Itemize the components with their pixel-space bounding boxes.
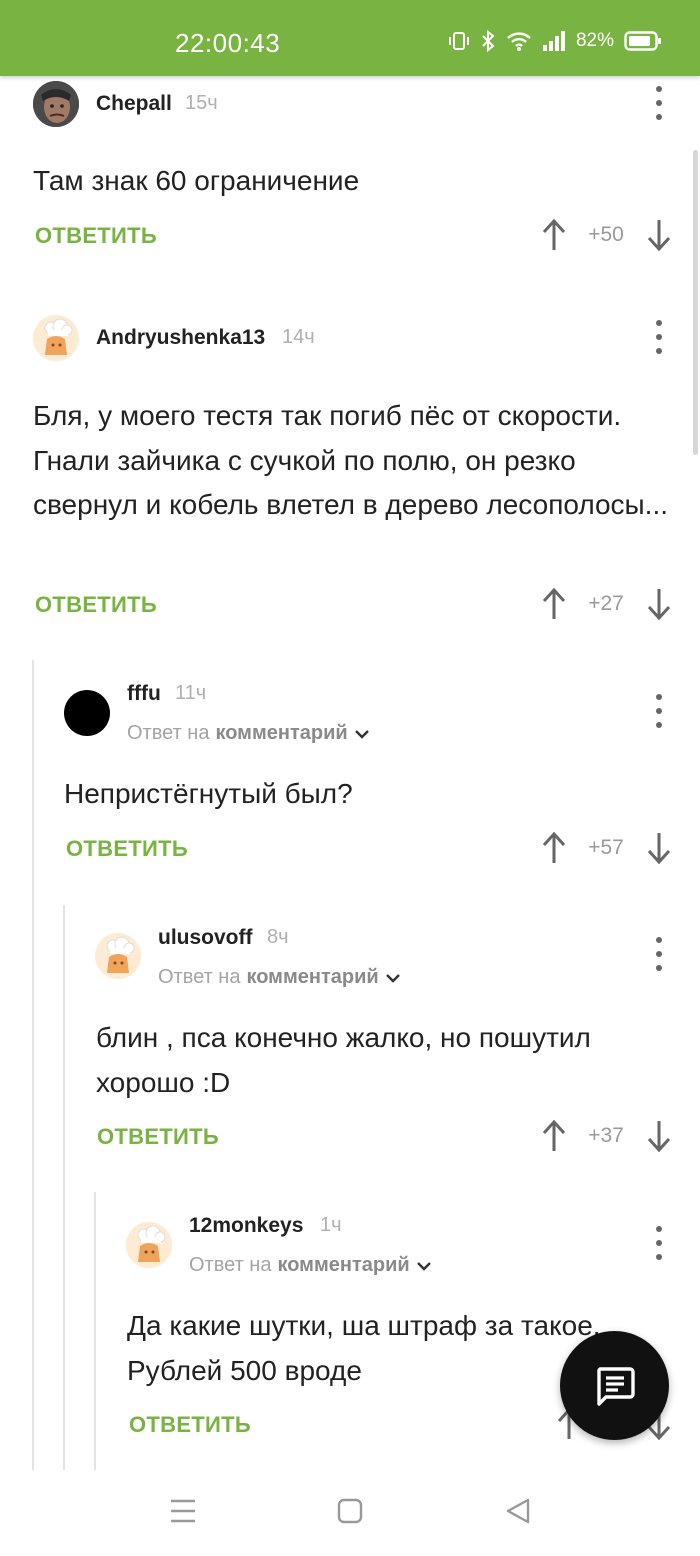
status-icons: 82%: [448, 30, 662, 52]
thread-line: [63, 905, 65, 1470]
comment-time: 14ч: [282, 326, 315, 348]
reply-button[interactable]: ОТВЕТИТЬ: [35, 223, 157, 249]
new-comment-button[interactable]: [560, 1331, 669, 1440]
chevron-down-icon: [416, 1261, 431, 1271]
username[interactable]: Andryushenka13: [96, 326, 265, 350]
comment-text: Бля, у моего тестя так погиб пёс от скор…: [33, 400, 669, 520]
more-options-icon[interactable]: [649, 1226, 669, 1260]
username[interactable]: 12monkeys: [189, 1214, 303, 1238]
home-icon[interactable]: [337, 1498, 363, 1524]
reply-button[interactable]: ОТВЕТИТЬ: [129, 1412, 251, 1438]
upvote-icon[interactable]: [541, 218, 567, 252]
rating: +57: [588, 836, 624, 859]
reply-to-link[interactable]: Ответ на комментарий: [158, 966, 401, 989]
comment-time: 8ч: [267, 926, 289, 948]
reply-target: комментарий: [277, 1254, 410, 1276]
reply-button[interactable]: ОТВЕТИТЬ: [97, 1124, 219, 1150]
downvote-icon[interactable]: [646, 831, 672, 865]
status-time: 22:00:43: [175, 28, 281, 58]
battery-icon: [624, 31, 661, 51]
comment-text: Там знак 60 ограничение: [33, 165, 360, 196]
avatar[interactable]: [64, 690, 110, 736]
downvote-icon[interactable]: [646, 218, 672, 252]
thread-line: [32, 660, 34, 1470]
downvote-icon[interactable]: [646, 587, 672, 621]
upvote-icon[interactable]: [541, 1119, 567, 1153]
avatar[interactable]: [33, 81, 79, 127]
status-bar: 22:00:43 82%: [0, 0, 700, 76]
chevron-down-icon: [354, 729, 369, 739]
signal-icon: [542, 31, 565, 51]
avatar[interactable]: [33, 315, 79, 361]
comment-text: Непристёгнутый был?: [64, 778, 353, 809]
avatar[interactable]: [126, 1222, 172, 1268]
more-options-icon[interactable]: [649, 86, 669, 120]
reply-button[interactable]: ОТВЕТИТЬ: [35, 592, 157, 618]
vibrate-icon: [448, 32, 469, 50]
comment-icon: [596, 1366, 635, 1406]
upvote-icon[interactable]: [541, 831, 567, 865]
username[interactable]: Chepall: [96, 92, 172, 116]
comment-time: 11ч: [175, 682, 207, 704]
reply-to-link[interactable]: Ответ на комментарий: [189, 1254, 432, 1277]
comment-text: блин , пса конечно жалко, но пошутил хор…: [96, 1022, 591, 1098]
back-icon[interactable]: [505, 1498, 531, 1524]
rating: +37: [588, 1124, 624, 1147]
reply-prefix: Ответ на: [189, 1254, 272, 1276]
wifi-icon: [507, 32, 531, 51]
more-options-icon[interactable]: [649, 320, 669, 354]
comment-time: 1ч: [320, 1214, 342, 1236]
username[interactable]: fffu: [127, 682, 161, 706]
chevron-down-icon: [385, 973, 400, 983]
bluetooth-icon: [482, 30, 495, 52]
reply-target: комментарий: [215, 722, 348, 744]
reply-target: комментарий: [246, 966, 379, 988]
comment-time: 15ч: [185, 92, 218, 114]
reply-to-link[interactable]: Ответ на комментарий: [127, 722, 370, 745]
reply-prefix: Ответ на: [158, 966, 241, 988]
more-options-icon[interactable]: [649, 937, 669, 971]
thread-line: [94, 1192, 96, 1470]
more-options-icon[interactable]: [649, 694, 669, 728]
menu-icon[interactable]: [170, 1498, 196, 1524]
reply-prefix: Ответ на: [127, 722, 210, 744]
upvote-icon[interactable]: [541, 587, 567, 621]
reply-button[interactable]: ОТВЕТИТЬ: [66, 836, 188, 862]
avatar[interactable]: [95, 933, 141, 979]
downvote-icon[interactable]: [646, 1119, 672, 1153]
scrollbar[interactable]: [693, 150, 698, 455]
navigation-bar: [0, 1470, 700, 1556]
rating: +27: [588, 592, 624, 615]
battery-percent: 82%: [575, 30, 614, 51]
username[interactable]: ulusovoff: [158, 926, 253, 950]
rating: +50: [588, 223, 624, 246]
